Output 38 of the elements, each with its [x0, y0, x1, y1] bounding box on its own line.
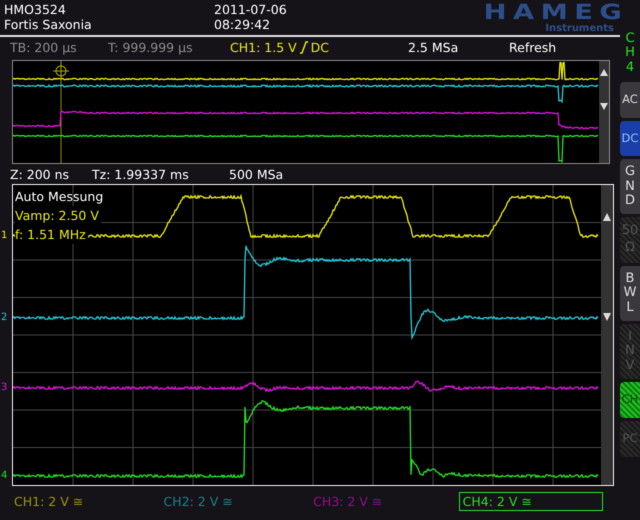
channel-marker: 4	[1, 471, 8, 481]
softkey-button[interactable]: BWL	[620, 266, 640, 322]
softkey-button[interactable]: DC	[620, 120, 640, 156]
sample-rate-readout: 2.5 MSa	[408, 40, 460, 54]
channel-label[interactable]: CH4: 2 V ≅	[458, 492, 603, 510]
softkey-menu-title: CH4	[624, 32, 636, 75]
scroll-up-icon[interactable]	[600, 69, 608, 76]
channel-label[interactable]: CH2: 2 V ≅	[160, 492, 296, 510]
channel-label[interactable]: CH1: 2 V ≅	[10, 492, 147, 510]
logo-text: HAMEG	[483, 2, 628, 23]
trigger-coupling-readout: DC	[310, 40, 330, 54]
scroll-down-icon[interactable]	[600, 103, 608, 110]
channel-marker: 3	[1, 383, 8, 393]
owner-name: Fortis Saxonia	[4, 17, 93, 32]
channel-marker: 2	[1, 313, 8, 323]
scrollbar-track[interactable]	[601, 185, 613, 485]
softkey-button[interactable]: AC	[620, 82, 640, 118]
rising-edge-icon	[298, 40, 309, 54]
measurement-title: Auto Messung	[15, 188, 104, 206]
zoom-sample-rate-readout: 500 MSa	[229, 166, 284, 182]
channel-marker: 1	[1, 231, 8, 241]
softkey-button[interactable]: GND	[620, 159, 640, 214]
measurement-value: f: 1.51 MHz	[15, 225, 88, 244]
acquisition-mode-readout: Refresh	[509, 40, 556, 54]
date-text: 2011-07-06	[214, 2, 287, 17]
trigger-source-readout: CH1: 1.5 V	[230, 40, 297, 54]
zoom-timebase-readout: Z: 200 ns	[10, 166, 70, 182]
logo-subtitle: Instruments	[545, 23, 614, 34]
trigger-crosshair-icon	[52, 62, 70, 80]
trigger-time-readout: T: 999.999 µs	[108, 40, 194, 54]
timebase-readout: TB: 200 µs	[10, 40, 78, 54]
zoom-position-readout: Tz: 1.99337 ms	[92, 166, 190, 182]
scrollbar-track[interactable]	[599, 61, 609, 163]
model-name: HMO3524	[4, 2, 67, 17]
measurement-value: Vamp: 2.50 V	[15, 206, 101, 225]
scroll-down-icon[interactable]	[603, 313, 611, 321]
time-text: 08:29:42	[214, 17, 272, 32]
scroll-up-icon[interactable]	[603, 213, 611, 221]
